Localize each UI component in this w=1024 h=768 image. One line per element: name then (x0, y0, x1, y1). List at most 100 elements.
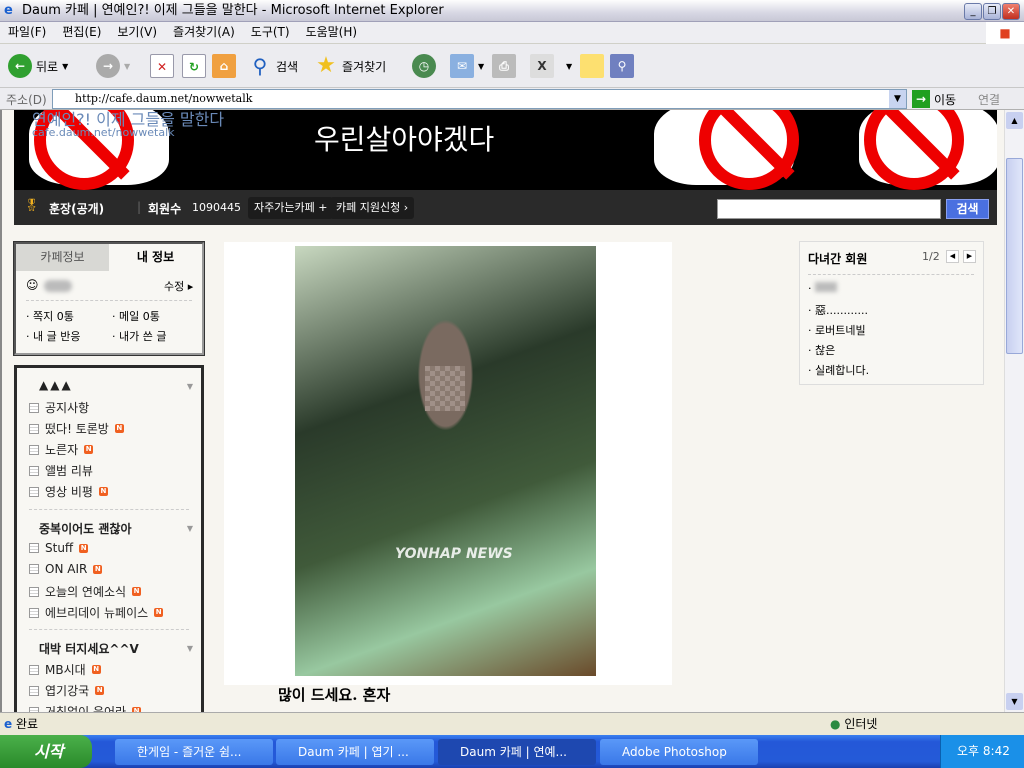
board-item[interactable]: Stuff N (29, 541, 89, 555)
my-post-reactions-link[interactable]: · 내 글 반응 (26, 328, 80, 344)
address-bar: 주소(D) http://cafe.daum.net/nowwetalk ▼ →… (0, 88, 1024, 110)
links-button[interactable]: 연결 (978, 91, 1000, 108)
menu-favorites[interactable]: 즐겨찾기(A) (165, 22, 243, 42)
edit-button[interactable]: X ▼ (530, 52, 572, 80)
board-item[interactable]: 거침없이 음어라 N (29, 703, 142, 712)
board-group-title[interactable]: 대박 터지세요^^V (39, 640, 139, 657)
new-badge: N (98, 487, 108, 496)
tab-my-info[interactable]: 내 정보 (109, 244, 202, 271)
edit-profile-link[interactable]: 수정 ▸ (164, 278, 193, 294)
taskbar-item-active[interactable]: Daum 카페 | 연예... (438, 739, 596, 765)
address-dropdown[interactable]: ▼ (889, 90, 906, 108)
home-button[interactable]: ⌂ (212, 52, 236, 80)
board-item[interactable]: 떴다! 토론방 N (29, 420, 124, 437)
favorites-button[interactable]: ★ 즐겨찾기 (314, 52, 386, 80)
board-item[interactable]: ON AIR N (29, 562, 103, 576)
address-input[interactable]: http://cafe.daum.net/nowwetalk (52, 89, 907, 109)
status-text: 완료 (15, 717, 39, 731)
tab-cafe-info[interactable]: 카페정보 (16, 244, 109, 271)
hat-group-icon: ▲▲▲ (39, 378, 73, 392)
refresh-button[interactable]: ↻ (182, 52, 206, 80)
next-page-button[interactable]: ▶ (963, 250, 976, 263)
slogan: 우린살아야겠다 (314, 123, 495, 156)
scroll-down-button[interactable]: ▼ (1006, 693, 1023, 710)
board-item[interactable]: 영상 비평 N (29, 483, 108, 500)
scroll-up-button[interactable]: ▲ (1006, 112, 1023, 129)
my-posts-label: 내가 쓴 글 (119, 330, 167, 343)
stop-button[interactable]: ✕ (150, 52, 174, 80)
username-blurred (44, 280, 72, 292)
members-count: 1090445 (192, 201, 241, 214)
mail-button[interactable]: ✉ ▼ (450, 52, 484, 80)
visitor-item[interactable]: · 로버트네빌 (808, 322, 866, 338)
info-box: 카페정보 내 정보 ☺ 수정 ▸ · 쪽지 0통 · 메일 0통 · 내 글 반… (13, 241, 205, 356)
medal-icon: 🎖 (24, 198, 40, 212)
new-badge: N (132, 587, 142, 596)
mail-link[interactable]: · 메일 0통 (112, 308, 160, 324)
board-item[interactable]: 엽기강국 N (29, 682, 105, 699)
favorite-cafe-button[interactable]: 자주가는카페 + (248, 197, 334, 219)
forward-button[interactable]: → ▼ (96, 52, 130, 80)
minimize-button[interactable]: _ (964, 3, 982, 20)
menu-edit[interactable]: 편집(E) (54, 22, 109, 42)
board-item[interactable]: 공지사항 (29, 399, 89, 416)
messages-link[interactable]: · 쪽지 0통 (26, 308, 74, 324)
board-item[interactable]: 노른자 N (29, 441, 94, 458)
menu-view[interactable]: 보기(V) (109, 22, 165, 42)
note-button[interactable] (580, 52, 604, 80)
taskbar-item[interactable]: Daum 카페 | 엽기 ... (276, 739, 434, 765)
board-group-title[interactable]: 중복이어도 괜찮아 (39, 520, 132, 537)
visitor-item[interactable]: · 찮은 (808, 342, 835, 358)
owner-link[interactable]: 훈장(공개) (49, 200, 104, 217)
vertical-scrollbar[interactable]: ▲ ▼ (1004, 110, 1024, 712)
back-label: 뒤로 (36, 59, 59, 74)
board-item[interactable]: 앨범 리뷰 (29, 462, 93, 479)
my-posts-link[interactable]: · 내가 쓴 글 (112, 328, 166, 344)
visitor-item[interactable]: · 실례합니다. (808, 362, 869, 378)
internet-zone: ● 인터넷 (830, 713, 877, 735)
scroll-thumb[interactable] (1006, 158, 1023, 354)
star-icon: ★ (316, 53, 336, 78)
cafe-search-button[interactable]: 검색 (946, 199, 989, 219)
go-button[interactable]: → 이동 (912, 90, 956, 108)
cafe-support-button[interactable]: 카페 지원신청 › (330, 197, 415, 219)
research-button[interactable]: ⚲ (610, 52, 634, 80)
page-icon: e (4, 717, 13, 731)
excel-icon: X (530, 54, 554, 78)
board-item[interactable]: 에브리데이 뉴페이스 N (29, 604, 164, 621)
taskbar-item[interactable]: 한게임 - 즐거운 쉼... (115, 739, 273, 765)
start-button[interactable]: 시작 (0, 735, 92, 768)
close-button[interactable]: ✕ (1002, 3, 1020, 20)
visitor-name: 惡............ (815, 304, 868, 317)
toolbar: ← 뒤로 ▼ → ▼ ✕ ↻ ⌂ ⚲ 검색 ★ 즐겨찾기 ◷ ✉ ▼ ⎙ X ▼ ⚲ (0, 44, 1024, 88)
print-button[interactable]: ⎙ (492, 52, 516, 80)
new-badge: N (93, 564, 103, 574)
system-tray: 오후 8:42 (940, 735, 1024, 768)
globe-icon: ● (830, 717, 841, 731)
menu-help[interactable]: 도움말(H) (298, 22, 366, 42)
print-icon: ⎙ (492, 54, 516, 78)
visitor-item[interactable]: · 惡............ (808, 302, 868, 318)
menu-tools[interactable]: 도구(T) (243, 22, 298, 42)
windows-logo-icon: ■■ (986, 22, 1024, 61)
refresh-icon: ↻ (182, 54, 206, 78)
cafe-url[interactable]: cafe.daum.net/nowwetalk (32, 126, 175, 139)
history-button[interactable]: ◷ (412, 52, 436, 80)
history-icon: ◷ (412, 54, 436, 78)
new-badge: N (84, 445, 94, 454)
back-button[interactable]: ← 뒤로 ▼ (8, 52, 68, 80)
restore-button[interactable]: ❐ (983, 3, 1001, 20)
board-item[interactable]: MB시대 N (29, 661, 101, 678)
board-item[interactable]: 오늘의 연예소식 N (29, 583, 142, 600)
search-button[interactable]: ⚲ 검색 (248, 52, 298, 80)
prev-page-button[interactable]: ◀ (946, 250, 959, 263)
status-bar: e 완료 ● 인터넷 (0, 712, 1024, 735)
taskbar-item[interactable]: Adobe Photoshop (600, 739, 758, 765)
visitors-title: 다녀간 회원 (808, 252, 868, 266)
menu-file[interactable]: 파일(F) (0, 22, 54, 42)
address-label: 주소(D) (6, 93, 47, 107)
favorites-label: 즐겨찾기 (342, 59, 387, 74)
board-menu: ▲▲▲ ▼ 공지사항 떴다! 토론방 N 노른자 N 앨범 리뷰 영상 비평 N 중복이… (14, 365, 204, 712)
visitor-blurred[interactable]: · (808, 282, 837, 295)
cafe-search-input[interactable] (717, 199, 941, 219)
